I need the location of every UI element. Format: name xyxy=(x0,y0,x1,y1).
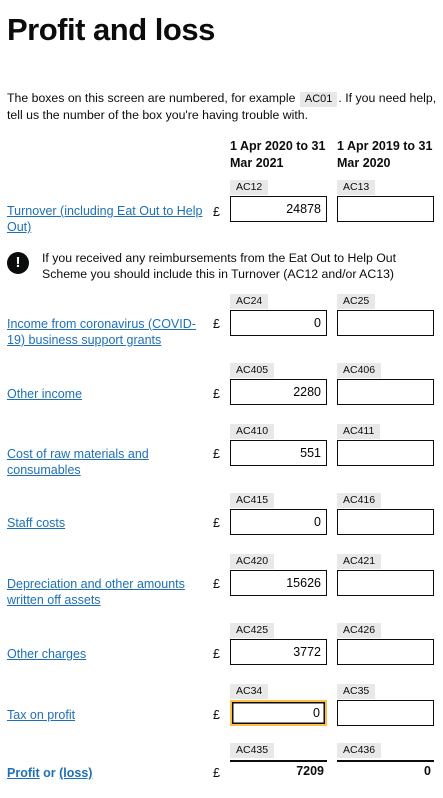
profit-or-loss-previous-value: 0 xyxy=(424,764,431,778)
box-code: AC13 xyxy=(337,180,376,195)
covid-grants-current-input[interactable] xyxy=(230,310,327,336)
total-rule xyxy=(337,760,434,762)
row-raw-materials: AC410 AC411 Cost of raw materials and co… xyxy=(0,424,443,486)
covid-grants-link[interactable]: Income from coronavirus (COVID-19) busin… xyxy=(7,316,207,348)
other-charges-current-input[interactable] xyxy=(230,639,327,665)
box-code: AC24 xyxy=(230,294,269,309)
box-code: AC34 xyxy=(230,684,269,699)
profit-link[interactable]: Profit xyxy=(7,766,40,780)
row-depreciation: AC420 AC421 Depreciation and other amoun… xyxy=(0,554,443,616)
raw-materials-link[interactable]: Cost of raw materials and consumables xyxy=(7,446,207,478)
currency-symbol: £ xyxy=(213,205,220,219)
staff-costs-current-input[interactable] xyxy=(230,509,327,535)
currency-symbol: £ xyxy=(213,317,220,331)
row-tax-on-profit: AC34 AC35 Tax on profit £ xyxy=(0,684,443,746)
box-code: AC410 xyxy=(230,424,275,439)
row-other-charges: AC425 AC426 Other charges £ xyxy=(0,623,443,685)
covid-grants-previous-input[interactable] xyxy=(337,310,434,336)
box-code: AC25 xyxy=(337,294,376,309)
depreciation-link[interactable]: Depreciation and other amounts written o… xyxy=(7,576,207,608)
row-other-income: AC405 AC406 Other income £ xyxy=(0,363,443,425)
box-code: AC415 xyxy=(230,493,275,508)
box-code: AC425 xyxy=(230,623,275,638)
intro-text: The boxes on this screen are numbered, f… xyxy=(7,90,437,123)
currency-symbol: £ xyxy=(213,447,220,461)
or-text: or xyxy=(39,766,60,780)
other-income-previous-input[interactable] xyxy=(337,379,434,405)
box-code: AC416 xyxy=(337,493,382,508)
depreciation-current-input[interactable] xyxy=(230,570,327,596)
intro-text-before: The boxes on this screen are numbered, f… xyxy=(7,91,299,105)
box-code: AC12 xyxy=(230,180,269,195)
raw-materials-current-input[interactable] xyxy=(230,440,327,466)
currency-symbol: £ xyxy=(213,708,220,722)
total-rule xyxy=(230,760,327,762)
depreciation-previous-input[interactable] xyxy=(337,570,434,596)
warning-icon: ! xyxy=(7,252,29,274)
other-income-current-input[interactable] xyxy=(230,379,327,405)
turnover-link[interactable]: Turnover (including Eat Out to Help Out) xyxy=(7,203,207,235)
tax-on-profit-link[interactable]: Tax on profit xyxy=(7,707,207,723)
box-code: AC436 xyxy=(337,743,382,758)
currency-symbol: £ xyxy=(213,387,220,401)
box-code: AC406 xyxy=(337,363,382,378)
page-title: Profit and loss xyxy=(7,12,215,47)
currency-symbol: £ xyxy=(213,577,220,591)
profit-or-loss-current-value: 7209 xyxy=(296,764,324,778)
currency-symbol: £ xyxy=(213,516,220,530)
turnover-previous-input[interactable] xyxy=(337,196,434,222)
other-income-link[interactable]: Other income xyxy=(7,386,207,402)
example-box-tag: AC01 xyxy=(299,92,338,107)
row-covid-grants: AC24 AC25 Income from coronavirus (COVID… xyxy=(0,294,443,356)
box-code: AC426 xyxy=(337,623,382,638)
box-code: AC420 xyxy=(230,554,275,569)
raw-materials-previous-input[interactable] xyxy=(337,440,434,466)
warning-text: If you received any reimbursements from … xyxy=(42,251,397,281)
turnover-current-input[interactable] xyxy=(230,196,327,222)
box-code: AC435 xyxy=(230,743,275,758)
column-header-current: 1 Apr 2020 to 31 Mar 2021 xyxy=(230,139,326,170)
other-charges-previous-input[interactable] xyxy=(337,639,434,665)
row-turnover: AC12 AC13 Turnover (including Eat Out to… xyxy=(0,180,443,242)
column-header-previous: 1 Apr 2019 to 31 Mar 2020 xyxy=(337,139,433,170)
tax-on-profit-current-input[interactable] xyxy=(230,700,327,726)
profit-or-loss-label: Profit or (loss) xyxy=(7,766,92,780)
row-staff-costs: AC415 AC416 Staff costs £ xyxy=(0,493,443,555)
box-code: AC421 xyxy=(337,554,382,569)
staff-costs-link[interactable]: Staff costs xyxy=(7,515,207,531)
tax-on-profit-previous-input[interactable] xyxy=(337,700,434,726)
row-profit-or-loss: AC435 AC436 Profit or (loss) £ 7209 0 xyxy=(0,743,443,793)
staff-costs-previous-input[interactable] xyxy=(337,509,434,535)
box-code: AC411 xyxy=(337,424,381,439)
currency-symbol: £ xyxy=(213,766,220,780)
other-charges-link[interactable]: Other charges xyxy=(7,646,207,662)
loss-link[interactable]: (loss) xyxy=(59,766,92,780)
currency-symbol: £ xyxy=(213,647,220,661)
box-code: AC35 xyxy=(337,684,376,699)
box-code: AC405 xyxy=(230,363,275,378)
